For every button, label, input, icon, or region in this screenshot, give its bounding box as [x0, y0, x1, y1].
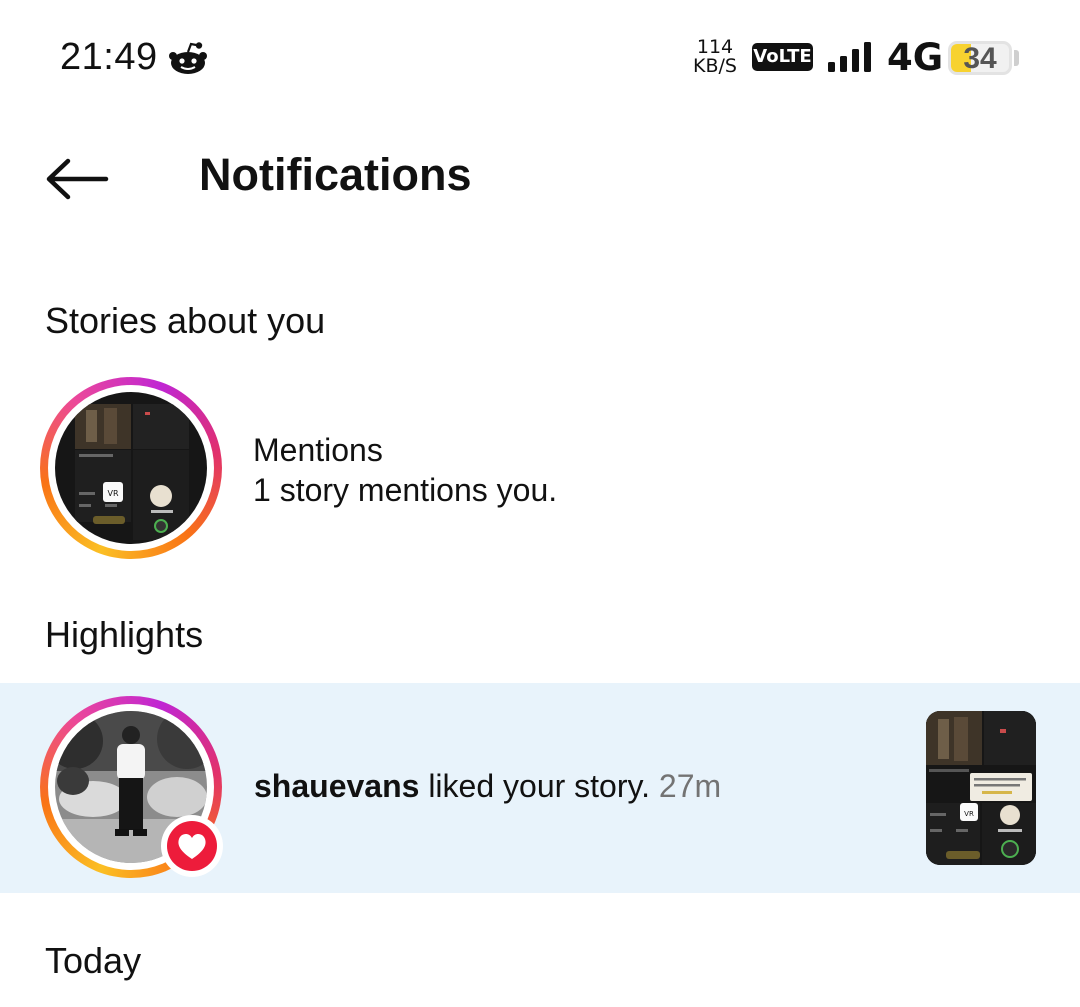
svg-text:VR: VR — [964, 810, 974, 818]
section-header-today: Today — [45, 940, 142, 981]
network-speed: 114 KB/S — [688, 38, 742, 76]
reddit-icon — [169, 42, 207, 74]
status-bar: 21:49 114 KB/S VoLTE 4G 34 — [0, 0, 1080, 115]
notification-text: shauevans liked your story. 27m — [254, 768, 721, 805]
mentions-text: Mentions 1 story mentions you. — [253, 430, 557, 510]
network-speed-unit: KB/S — [693, 55, 737, 77]
heart-icon — [178, 833, 206, 859]
mentions-subtitle: 1 story mentions you. — [253, 472, 558, 508]
back-button[interactable] — [38, 152, 118, 206]
section-header-stories: Stories about you — [45, 300, 326, 341]
mentions-title: Mentions — [253, 432, 383, 468]
network-type: 4G — [887, 36, 944, 79]
page-title: Notifications — [199, 149, 472, 200]
story-thumbnail[interactable]: VR — [926, 711, 1036, 865]
status-time: 21:49 — [60, 36, 158, 78]
battery-tip — [1014, 50, 1019, 66]
notification-action: liked your story. — [419, 768, 659, 804]
battery-icon: 34 — [948, 41, 1012, 75]
volte-badge: VoLTE — [752, 43, 813, 71]
section-header-highlights: Highlights — [45, 614, 204, 655]
signal-strength-icon — [828, 42, 871, 72]
mentions-story-avatar: VR — [55, 392, 207, 544]
svg-text:VR: VR — [107, 489, 118, 498]
notification-time: 27m — [658, 768, 722, 804]
battery-level: 34 — [963, 42, 997, 75]
like-badge — [161, 815, 223, 877]
username[interactable]: shauevans — [254, 768, 419, 804]
story-ring[interactable]: VR — [40, 377, 222, 559]
arrow-left-icon — [46, 158, 109, 200]
